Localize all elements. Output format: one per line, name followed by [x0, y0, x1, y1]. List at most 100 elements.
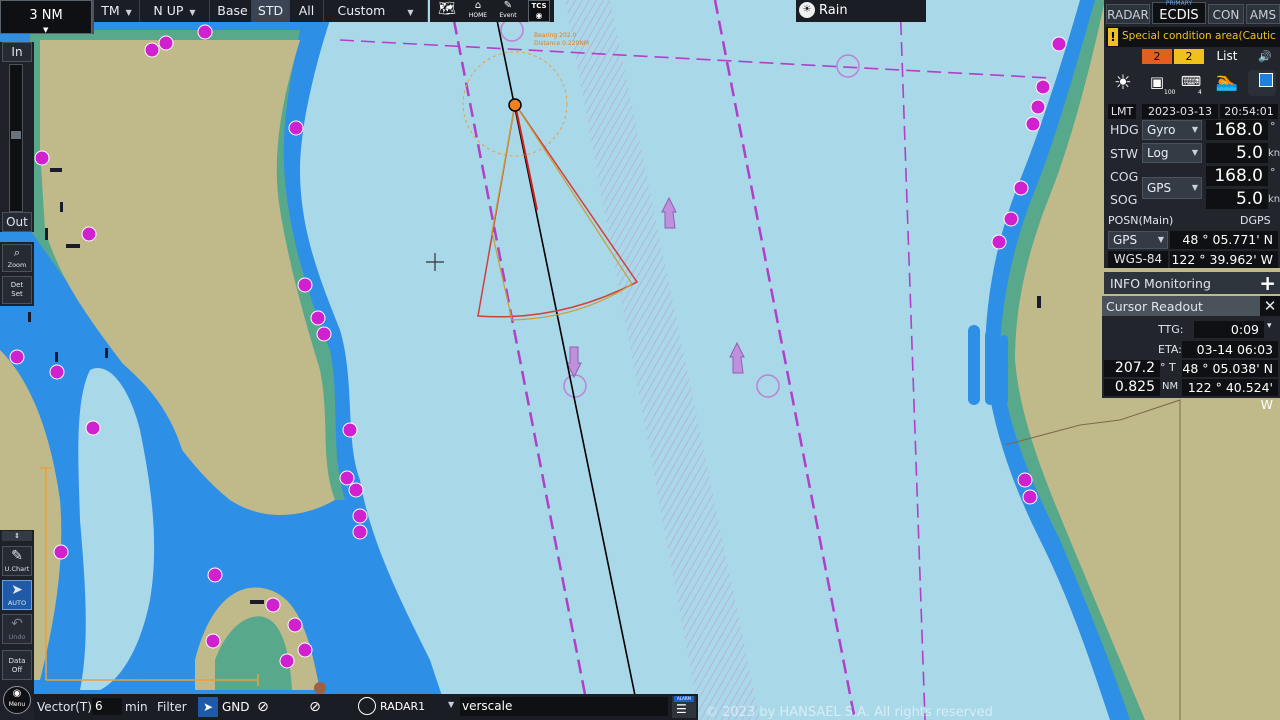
hdg-label: HDG: [1110, 122, 1139, 137]
primary-label: PRIMARY: [1165, 0, 1193, 7]
vector-time-input[interactable]: 6: [92, 698, 122, 715]
event-icon: ✎: [503, 0, 513, 11]
menu-button[interactable]: ◉ Menu: [3, 686, 31, 714]
undo-button[interactable]: ↶ Undo: [2, 614, 32, 644]
pencil-icon: ✎: [11, 548, 23, 564]
chevron-down-icon: ▼: [1191, 148, 1198, 157]
alert-list-button[interactable]: List: [1210, 48, 1244, 65]
vector-time-value: 6: [95, 699, 103, 713]
chevron-down-icon: ▼: [407, 8, 414, 17]
tab-ecdis[interactable]: PRIMARY ECDIS: [1152, 0, 1206, 24]
alert-banner[interactable]: ! Special condition area(Cautic: [1106, 27, 1280, 47]
hdg-source-select[interactable]: Gyro ▼: [1142, 120, 1202, 140]
distance-label: Distance 0.229NM: [534, 40, 589, 47]
display-mode-bar: TM ▼ N UP ▼ Base STD All Custom ▼: [94, 0, 428, 22]
ttg-value: 0:09: [1194, 321, 1264, 338]
weather-label: Rain: [819, 3, 848, 18]
top-toolbar: 3 NM ▼: [0, 0, 94, 34]
alarm-list-button[interactable]: ALARM ☰: [672, 696, 696, 718]
ais-filter-icon[interactable]: ⊘: [304, 697, 326, 717]
undo-icon: ↶: [11, 616, 23, 632]
home-button[interactable]: ⌂ HOME: [464, 0, 492, 22]
motion-label: TM: [101, 3, 120, 18]
speaker-icon[interactable]: 🔊: [1252, 48, 1278, 65]
info-monitoring-label: INFO Monitoring: [1110, 276, 1211, 291]
radar-source-label: RADAR1: [380, 700, 426, 713]
bottom-toolbar: Vector(T) 6 min Filter ➤ GND ⊘ ⊘ RADAR1 …: [34, 694, 698, 720]
tcs-status-icon: ◉: [535, 11, 543, 20]
eta-value: 03-14 06:03: [1182, 341, 1278, 358]
range-selector[interactable]: 3 NM ▼: [0, 0, 92, 34]
position-source-select[interactable]: GPS ▼: [1108, 231, 1168, 249]
tab-ams-label: AMS: [1249, 8, 1277, 22]
zoom-slider-track[interactable]: [9, 64, 23, 212]
vector-mode-label: Vector(T): [37, 700, 92, 714]
electronic-chart[interactable]: Bearing 202.0 Distance 0.229NM © 2023 by…: [0, 0, 1280, 720]
ttg-dropdown-icon[interactable]: ▾: [1267, 321, 1272, 331]
datum-label: WGS-84: [1108, 251, 1168, 268]
orientation-select[interactable]: N UP ▼: [140, 0, 210, 22]
panel-collapse-toggle[interactable]: ⇕: [2, 531, 32, 541]
data-off-button[interactable]: Data Off: [2, 650, 32, 680]
alert-count-red[interactable]: 2: [1142, 49, 1172, 64]
display-std-button[interactable]: STD: [252, 0, 290, 22]
right-status-panel: RADAR PRIMARY ECDIS CON AMS ! Special co…: [1104, 0, 1280, 268]
display-base-label: Base: [217, 3, 248, 18]
stw-unit: kn: [1268, 148, 1280, 159]
display-all-button[interactable]: All: [290, 0, 324, 22]
cog-unit: °: [1270, 166, 1276, 179]
radar-source-select[interactable]: RADAR1 ▼: [356, 696, 456, 718]
pier-structures: [968, 325, 1008, 405]
status-message-text: verscale: [462, 699, 513, 713]
event-button[interactable]: ✎ Event: [494, 0, 522, 22]
motion-mode-select[interactable]: TM ▼: [94, 0, 140, 22]
cursor-arrow-icon: ➤: [198, 697, 218, 717]
tab-ams[interactable]: AMS: [1246, 4, 1280, 24]
tab-con[interactable]: CON: [1208, 4, 1244, 24]
zoom-slider-handle[interactable]: [11, 131, 21, 139]
filter-button[interactable]: Filter: [157, 696, 187, 718]
chevron-down-icon: ▼: [1157, 235, 1164, 244]
mooring-mark: [314, 682, 326, 694]
chevron-down-icon: ▼: [125, 8, 132, 17]
display-count-100: 100: [1164, 89, 1176, 96]
zoom-tool-button[interactable]: ⌕ Zoom: [2, 244, 32, 272]
display-base-button[interactable]: Base: [214, 0, 252, 22]
stw-source-select[interactable]: Log ▼: [1142, 143, 1202, 163]
info-monitoring-bar[interactable]: INFO Monitoring +: [1104, 271, 1280, 295]
man-overboard-icon[interactable]: 🏊: [1212, 70, 1242, 94]
event-label: Event: [499, 12, 517, 19]
display-std-label: STD: [257, 3, 284, 18]
cog-label: COG: [1110, 169, 1139, 184]
ttg-label: TTG:: [1158, 323, 1184, 336]
display-custom-select[interactable]: Custom ▼: [324, 0, 428, 22]
sog-source-label: GPS: [1147, 181, 1172, 195]
palette-icon[interactable]: [1248, 70, 1276, 96]
sog-source-select[interactable]: GPS ▼: [1142, 177, 1202, 199]
brilliance-icon[interactable]: ☀: [1108, 70, 1138, 94]
weather-bar[interactable]: ☀ Rain: [796, 0, 926, 22]
zoom-out-button[interactable]: Out: [2, 212, 32, 232]
auto-mode-button[interactable]: ➤ AUTO: [2, 580, 32, 610]
cursor-readout-panel: Cursor Readout ✕ TTG: 0:09 ▾ ETA: 03-14 …: [1102, 296, 1280, 412]
chart-one-to-one-icon[interactable]: 🗺: [432, 0, 462, 22]
target-off-icon[interactable]: ⊘: [252, 697, 274, 717]
det-set-button[interactable]: Det Set: [2, 276, 32, 304]
chevron-down-icon: ▼: [448, 700, 455, 709]
plus-icon[interactable]: +: [1259, 271, 1276, 295]
hdg-unit: °: [1270, 120, 1276, 133]
close-icon[interactable]: ✕: [1260, 296, 1280, 316]
user-chart-button[interactable]: ✎ U.Chart: [2, 546, 32, 576]
zoom-tool-label: Zoom: [7, 261, 27, 269]
zoom-in-button[interactable]: In: [2, 42, 32, 62]
alert-count-yellow[interactable]: 2: [1174, 49, 1204, 64]
hdg-source-label: Gyro: [1147, 123, 1176, 137]
cog-value: 168.0: [1206, 166, 1268, 186]
display-count-4: 4: [1198, 89, 1202, 96]
home-icon: ⌂: [474, 0, 482, 11]
display-custom-label: Custom: [337, 3, 386, 18]
tab-radar[interactable]: RADAR: [1106, 4, 1150, 24]
gnd-stabilization-button[interactable]: ➤ GND: [196, 696, 250, 718]
home-label: HOME: [468, 12, 488, 19]
tcs-button[interactable]: TCS ◉: [528, 0, 550, 22]
